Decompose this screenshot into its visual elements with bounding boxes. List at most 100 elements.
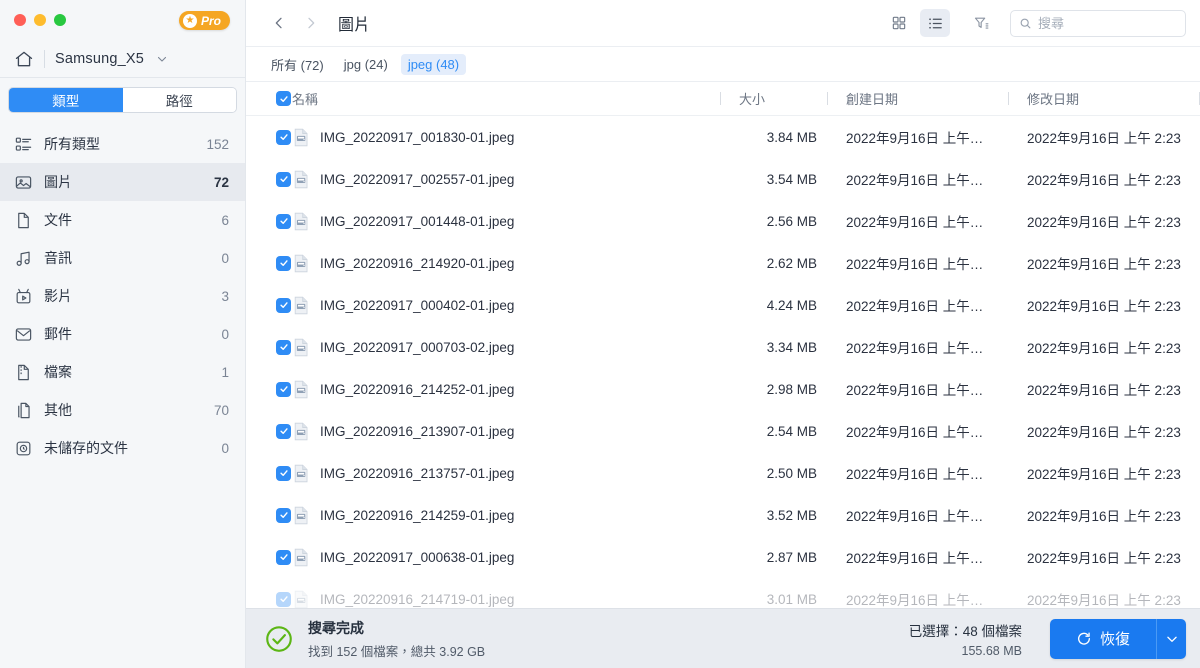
table-header: 名稱 大小 創建日期 修改日期 — [246, 82, 1200, 116]
jpeg-file-icon — [292, 547, 311, 568]
file-name-label: IMG_20220917_000703-02.jpeg — [320, 339, 515, 355]
table-row[interactable]: IMG_20220917_000703-02.jpeg 3.34 MB 2022年9… — [246, 326, 1200, 368]
list-view-button[interactable] — [920, 9, 950, 37]
file-name-label: IMG_20220916_214259-01.jpeg — [320, 507, 515, 523]
recover-dropdown-button[interactable] — [1156, 618, 1186, 659]
file-size-label: 3.84 MB — [766, 129, 817, 145]
table-row[interactable]: IMG_20220916_214259-01.jpeg 3.52 MB 2022年9… — [246, 494, 1200, 536]
row-checkbox[interactable] — [276, 129, 291, 145]
drive-selector[interactable]: Samsung_X5 — [0, 40, 245, 78]
back-button[interactable] — [264, 8, 294, 38]
select-all-checkbox[interactable] — [276, 91, 291, 106]
home-icon[interactable] — [14, 49, 34, 69]
format-filter-chips: 所有 (72) jpg (24) jpeg (48) — [246, 47, 1200, 82]
sidebar: ★ Pro Samsung_X5 類型 路徑 所有類型 152 圖片 72 文件… — [0, 0, 246, 668]
chip-jpg[interactable]: jpg (24) — [337, 54, 395, 75]
table-row[interactable]: IMG_20220917_001448-01.jpeg 2.56 MB 2022年9… — [246, 200, 1200, 242]
sidebar-item-images[interactable]: 圖片 72 — [0, 163, 245, 201]
file-created-label: 2022年9月16日 上午… — [846, 425, 984, 440]
jpeg-file-icon — [292, 505, 311, 526]
filter-button[interactable] — [966, 9, 996, 37]
file-created-label: 2022年9月16日 上午… — [846, 257, 984, 272]
table-row[interactable]: IMG_20220916_213757-01.jpeg 2.50 MB 2022年9… — [246, 452, 1200, 494]
chevron-down-icon[interactable] — [156, 53, 168, 65]
row-checkbox[interactable] — [276, 339, 291, 355]
table-row[interactable]: IMG_20220917_000638-01.jpeg 2.87 MB 2022年9… — [246, 536, 1200, 578]
sidebar-item-unsaved[interactable]: 未儲存的文件 0 — [0, 429, 245, 467]
column-header-size[interactable]: 大小 — [721, 89, 827, 108]
file-name-cell: IMG_20220916_213907-01.jpeg — [290, 421, 720, 442]
file-name-cell: IMG_20220916_214259-01.jpeg — [290, 505, 720, 526]
file-size-label: 3.34 MB — [766, 339, 817, 355]
sidebar-item-audio[interactable]: 音訊 0 — [0, 239, 245, 277]
sidebar-item-label: 所有類型 — [44, 136, 100, 152]
file-created-label: 2022年9月16日 上午… — [846, 551, 984, 566]
column-header-modified[interactable]: 修改日期 — [1009, 89, 1199, 108]
file-size-label: 2.87 MB — [766, 549, 817, 565]
sidebar-item-label: 郵件 — [44, 326, 72, 342]
table-row[interactable]: IMG_20220917_002557-01.jpeg 3.54 MB 2022年9… — [246, 158, 1200, 200]
row-checkbox[interactable] — [276, 549, 291, 565]
chip-jpeg[interactable]: jpeg (48) — [400, 53, 467, 75]
grid-view-button[interactable] — [884, 9, 914, 37]
file-name-label: IMG_20220917_002557-01.jpeg — [320, 171, 515, 187]
file-created-label: 2022年9月16日 上午… — [846, 467, 984, 482]
row-checkbox[interactable] — [276, 507, 291, 523]
sidebar-item-mail[interactable]: 郵件 0 — [0, 315, 245, 353]
pro-badge-label: Pro — [200, 13, 221, 28]
tab-path[interactable]: 路徑 — [122, 88, 236, 112]
toolbar: 圖片 — [246, 0, 1200, 47]
row-checkbox[interactable] — [276, 591, 291, 607]
row-checkbox[interactable] — [276, 171, 291, 187]
row-checkbox-cell — [246, 549, 291, 565]
table-row[interactable]: IMG_20220917_000402-01.jpeg 4.24 MB 2022年9… — [246, 284, 1200, 326]
table-row[interactable]: IMG_20220917_001830-01.jpeg 3.84 MB 2022年9… — [246, 116, 1200, 158]
sidebar-item-label: 音訊 — [44, 250, 72, 266]
minimize-window-button[interactable] — [34, 14, 46, 26]
sidebar-item-count: 3 — [221, 288, 229, 304]
recover-button-label: 恢復 — [1099, 631, 1130, 648]
file-modified-label: 2022年9月16日 上午 2:23 — [1027, 467, 1181, 482]
sidebar-item-archives[interactable]: 檔案 1 — [0, 353, 245, 391]
sidebar-item-other[interactable]: 其他 70 — [0, 391, 245, 429]
other-icon — [14, 401, 33, 420]
close-window-button[interactable] — [14, 14, 26, 26]
file-list[interactable]: IMG_20220917_001830-01.jpeg 3.84 MB 2022年9… — [246, 116, 1200, 608]
file-modified-label: 2022年9月16日 上午 2:23 — [1027, 257, 1181, 272]
row-checkbox-cell — [246, 255, 291, 271]
file-modified-label: 2022年9月16日 上午 2:23 — [1027, 131, 1181, 146]
row-checkbox[interactable] — [276, 255, 291, 271]
search-input[interactable] — [1038, 15, 1177, 31]
tab-type[interactable]: 類型 — [9, 88, 123, 112]
column-header-created[interactable]: 創建日期 — [828, 89, 1008, 108]
forward-button[interactable] — [296, 8, 326, 38]
sidebar-item-videos[interactable]: 影片 3 — [0, 277, 245, 315]
sidebar-item-all-types[interactable]: 所有類型 152 — [0, 125, 245, 163]
row-checkbox[interactable] — [276, 381, 291, 397]
file-created-label: 2022年9月16日 上午… — [846, 593, 984, 608]
sidebar-item-label: 影片 — [44, 288, 72, 304]
file-name-label: IMG_20220917_000638-01.jpeg — [320, 549, 515, 565]
row-checkbox[interactable] — [276, 465, 291, 481]
search-box[interactable] — [1010, 9, 1186, 37]
divider — [44, 49, 45, 68]
file-size-label: 2.54 MB — [766, 423, 817, 439]
table-row[interactable]: IMG_20220916_214719-01.jpeg 3.01 MB 2022年9… — [246, 578, 1200, 608]
sidebar-item-documents[interactable]: 文件 6 — [0, 201, 245, 239]
table-row[interactable]: IMG_20220916_214920-01.jpeg 2.62 MB 2022年9… — [246, 242, 1200, 284]
file-name-cell: IMG_20220917_000402-01.jpeg — [290, 295, 720, 316]
column-header-name[interactable]: 名稱 — [290, 89, 720, 108]
table-row[interactable]: IMG_20220916_214252-01.jpeg 2.98 MB 2022年9… — [246, 368, 1200, 410]
pro-badge[interactable]: ★ Pro — [178, 11, 230, 30]
file-name-cell: IMG_20220917_001830-01.jpeg — [290, 127, 720, 148]
table-row[interactable]: IMG_20220916_213907-01.jpeg 2.54 MB 2022年9… — [246, 410, 1200, 452]
recover-button[interactable]: 恢復 — [1049, 618, 1156, 659]
file-modified-label: 2022年9月16日 上午 2:23 — [1027, 299, 1181, 314]
jpeg-file-icon — [292, 379, 311, 400]
row-checkbox[interactable] — [276, 423, 291, 439]
chip-all[interactable]: 所有 (72) — [264, 52, 331, 77]
jpeg-file-icon — [292, 463, 311, 484]
maximize-window-button[interactable] — [54, 14, 66, 26]
row-checkbox[interactable] — [276, 213, 291, 229]
row-checkbox[interactable] — [276, 297, 291, 313]
